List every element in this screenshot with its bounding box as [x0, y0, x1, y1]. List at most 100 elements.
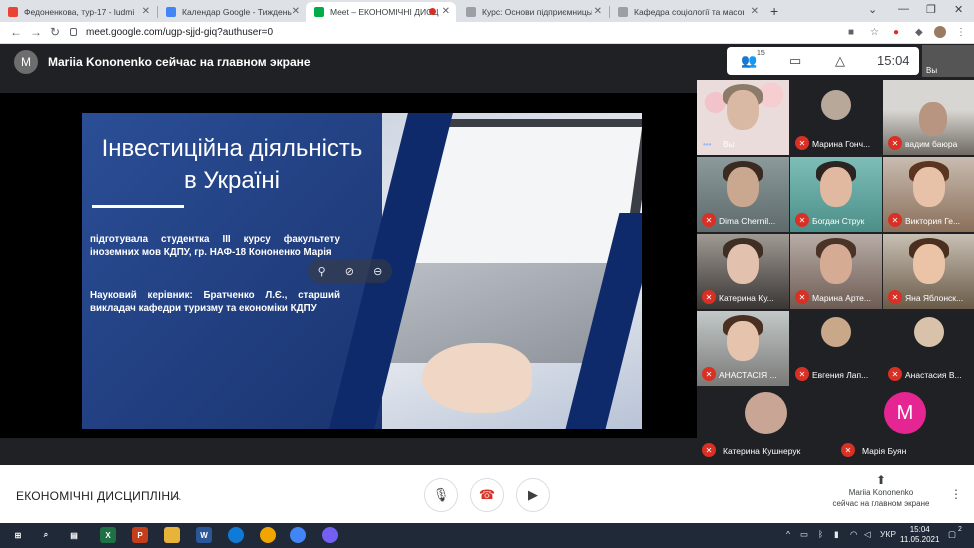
file-explorer-icon[interactable] — [164, 527, 180, 543]
self-view-thumbnail[interactable]: Вы — [922, 45, 974, 77]
video-camera-icon: ▶ — [528, 487, 538, 502]
task-view-icon[interactable]: ▤ — [66, 527, 82, 543]
participant-tile[interactable]: ✕ Катерина Кушнерук — [697, 388, 835, 463]
speaking-indicator-icon: ••• — [703, 140, 712, 149]
participant-name: Марина Гонч... — [812, 139, 871, 149]
minimize-button[interactable]: — — [898, 3, 909, 15]
edge-icon[interactable] — [228, 527, 244, 543]
pin-icon[interactable]: ⚲ — [318, 265, 326, 278]
presenter-text: Mariia Kononenko сейчас на главном экран… — [48, 55, 311, 69]
tab-search-icon[interactable]: ⌄ — [868, 3, 877, 16]
participant-tile[interactable]: ✕ Марина Арте... — [790, 234, 882, 309]
participant-name: АНАСТАСІЯ ... — [719, 370, 777, 380]
powerpoint-icon[interactable]: P — [132, 527, 148, 543]
tab-gmail[interactable]: Федоненкова, тур-17 - ludmilat ✕ — [0, 2, 156, 22]
forward-button[interactable]: → — [30, 25, 42, 39]
network-icon[interactable]: ▭ — [800, 529, 808, 540]
language-indicator[interactable]: УКР — [880, 529, 896, 539]
wifi-icon[interactable]: ◠ — [850, 529, 857, 540]
participant-name: Катерина Кушнерук — [723, 446, 801, 456]
avatar — [745, 392, 787, 434]
maximize-button[interactable]: ❐ — [926, 3, 936, 16]
close-tab-icon[interactable]: ✕ — [594, 6, 602, 17]
hand-image — [422, 343, 532, 413]
tab-department[interactable]: Кафедра соціології та масових ✕ — [610, 2, 765, 22]
close-window-button[interactable]: ✕ — [954, 3, 963, 16]
slide-advisor: Науковий керівник: Братченко Л.Є., старш… — [90, 290, 340, 314]
close-tab-icon[interactable]: ✕ — [292, 6, 300, 17]
activities-icon[interactable]: △ — [835, 53, 845, 69]
gmail-icon — [8, 7, 18, 17]
participant-tile[interactable]: ✕ Анастасия В... — [883, 311, 974, 386]
microphone-button[interactable]: 🎙 — [424, 478, 458, 512]
people-icon[interactable]: 👥 — [741, 53, 757, 69]
camera-icon[interactable]: ■ — [848, 27, 854, 38]
reload-button[interactable]: ↻ — [50, 25, 60, 39]
tab-calendar[interactable]: Календар Google - Тиждень (10 ✕ — [158, 2, 306, 22]
close-tab-icon[interactable]: ✕ — [442, 6, 450, 17]
mute-participant-icon[interactable]: ⊘ — [345, 265, 354, 278]
opera-icon[interactable]: ● — [893, 27, 899, 38]
screen: Федоненкова, тур-17 - ludmilat ✕ Календа… — [0, 0, 974, 548]
pin-controls-overlay: ⚲ ⊘ ⊖ — [308, 259, 392, 283]
tab-meet[interactable]: Meet – ЕКОНОМІЧНІ ДИСЦ ✕ — [306, 2, 456, 22]
participant-name: Марина Арте... — [812, 293, 871, 303]
camera-button[interactable]: ▶ — [516, 478, 550, 512]
address-bar[interactable]: meet.google.com/ugp-sjjd-giq?authuser=0 — [86, 27, 273, 38]
back-button[interactable]: ← — [10, 25, 22, 39]
more-options-icon[interactable]: ⋮ — [950, 487, 962, 501]
extension-icon[interactable]: ◆ — [915, 27, 923, 38]
participant-name: Катерина Ку... — [719, 293, 774, 303]
word-icon[interactable]: W — [196, 527, 212, 543]
app-icon[interactable] — [260, 527, 276, 543]
participant-name: вадим баюра — [905, 139, 958, 149]
shared-slide: Інвестиційна діяльність в Україні підгот… — [82, 113, 642, 429]
profile-avatar[interactable] — [934, 26, 946, 38]
leave-call-button[interactable]: ☎ — [470, 478, 504, 512]
menu-icon[interactable]: ⋮ — [956, 27, 966, 38]
chat-icon[interactable]: ▭ — [789, 53, 801, 69]
participant-tile[interactable]: ✕ Яна Яблонск... — [883, 234, 974, 309]
mic-off-icon: ✕ — [888, 290, 902, 304]
participant-tile[interactable]: ••• Вы — [697, 80, 789, 155]
meeting-name[interactable]: ЕКОНОМІЧНІ ДИСЦИПЛІНИ — [16, 489, 179, 503]
system-clock[interactable]: 15:04 11.05.2021 — [900, 525, 939, 545]
participant-name: Богдан Струк — [812, 216, 865, 226]
battery-icon[interactable]: ▮ — [834, 529, 839, 540]
participant-tile[interactable]: ✕ Катерина Ку... — [697, 234, 789, 309]
remove-icon[interactable]: ⊖ — [373, 265, 382, 278]
close-tab-icon[interactable]: ✕ — [751, 6, 759, 17]
mic-off-icon: ✕ — [888, 367, 902, 381]
slide-title: Інвестиційна діяльність в Україні — [101, 135, 363, 194]
notification-icon[interactable]: ▢ — [948, 529, 956, 540]
tab-course[interactable]: Курс: Основи підприємницько ✕ — [458, 2, 608, 22]
participant-tile[interactable]: ✕ АНАСТАСІЯ ... — [697, 311, 789, 386]
participant-tile[interactable]: ✕ вадим баюра — [883, 80, 974, 155]
present-now-button[interactable]: ⬆ Mariia Kononenko сейчас на главном экр… — [822, 474, 940, 509]
start-icon[interactable]: ⊞ — [10, 527, 26, 543]
participant-tile[interactable]: ✕ Dima Chernil... — [697, 157, 789, 232]
meet-bottom-bar: ЕКОНОМІЧНІ ДИСЦИПЛІНИ ︿ 🎙 ☎ ▶ ⬆ Mariia K… — [0, 465, 974, 523]
excel-icon[interactable]: X — [100, 527, 116, 543]
mic-off-icon: ✕ — [702, 213, 716, 227]
show-hidden-icons-icon[interactable]: ^ — [786, 529, 790, 539]
participant-tile[interactable]: ✕ Виктория Ге... — [883, 157, 974, 232]
volume-icon[interactable]: ◁ — [864, 529, 871, 540]
presenter-avatar: M — [14, 50, 38, 74]
search-icon[interactable]: ⌕ — [38, 527, 54, 543]
close-tab-icon[interactable]: ✕ — [142, 6, 150, 17]
participant-tile[interactable]: ✕ Евгения Лап... — [790, 311, 882, 386]
viber-icon[interactable] — [322, 527, 338, 543]
participant-tile[interactable]: M ✕ Марія Буян — [836, 388, 974, 463]
chevron-up-icon[interactable]: ︿ — [170, 487, 181, 503]
browser-tab-strip: Федоненкова, тур-17 - ludmilat ✕ Календа… — [0, 0, 974, 22]
mic-off-icon: ✕ — [888, 136, 902, 150]
participant-tile[interactable]: ✕ Марина Гонч... — [790, 80, 882, 155]
chrome-icon[interactable] — [290, 527, 306, 543]
bluetooth-icon[interactable]: ᛒ — [818, 529, 823, 539]
mic-off-icon: ✕ — [795, 136, 809, 150]
mic-off-icon: ✕ — [888, 213, 902, 227]
new-tab-button[interactable]: + — [770, 3, 778, 19]
star-icon[interactable]: ☆ — [870, 27, 879, 38]
participant-tile[interactable]: ✕ Богдан Струк — [790, 157, 882, 232]
